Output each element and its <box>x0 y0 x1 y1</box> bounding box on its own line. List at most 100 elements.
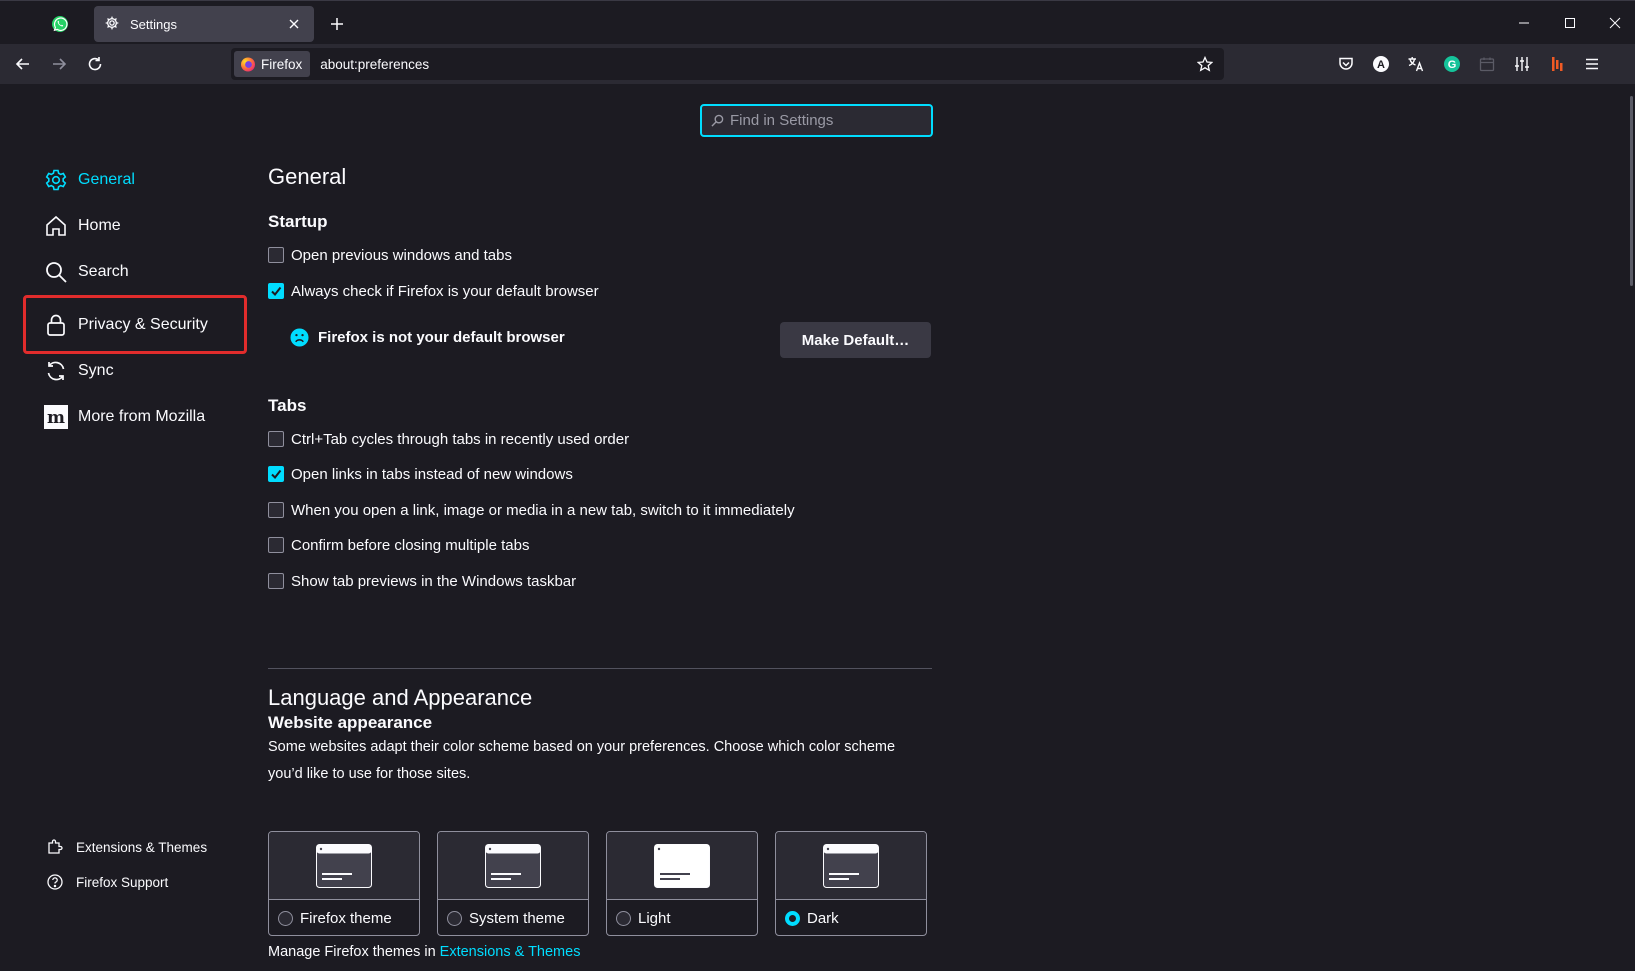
minimize-icon <box>1519 22 1529 24</box>
close-window-button[interactable] <box>1592 1 1635 45</box>
minimize-button[interactable] <box>1501 1 1547 45</box>
sidebar-item-general[interactable]: General <box>44 163 244 197</box>
pocket-button[interactable] <box>1331 50 1361 78</box>
open-previous-checkbox[interactable] <box>268 247 284 263</box>
maximize-button[interactable] <box>1547 1 1593 45</box>
option-label: Open links in tabs instead of new window… <box>291 465 573 483</box>
find-in-settings-input[interactable] <box>730 112 920 129</box>
forward-button[interactable] <box>44 50 74 78</box>
search-icon <box>44 260 68 284</box>
sidebar-item-privacy-security[interactable]: Privacy & Security <box>44 308 244 342</box>
open-previous-option[interactable]: Open previous windows and tabs <box>268 244 512 266</box>
theme-card-system[interactable]: System theme <box>437 831 589 936</box>
reload-icon <box>88 57 102 71</box>
window-preview-icon <box>823 843 879 888</box>
home-icon <box>44 214 68 238</box>
manage-themes-prefix: Manage Firefox themes in <box>268 944 436 960</box>
theme-card-light[interactable]: Light <box>606 831 758 936</box>
maximize-icon <box>1565 18 1575 28</box>
new-tab-button[interactable] <box>324 11 350 37</box>
footer-item-label: Firefox Support <box>76 874 169 890</box>
tab-previews-option[interactable]: Show tab previews in the Windows taskbar <box>268 570 576 592</box>
theme-radio-dark[interactable] <box>785 910 800 926</box>
back-button[interactable] <box>8 50 38 78</box>
svg-text:m: m <box>47 408 65 428</box>
switch-to-new-tab-checkbox[interactable] <box>268 502 284 518</box>
sidebar-item-sync[interactable]: Sync <box>44 354 244 388</box>
translate-extension-button[interactable] <box>1401 50 1431 78</box>
always-check-default-checkbox[interactable] <box>268 283 284 299</box>
sidebar-item-label: Privacy & Security <box>78 316 208 333</box>
confirm-closing-tabs-option[interactable]: Confirm before closing multiple tabs <box>268 534 529 556</box>
window-preview-icon <box>485 843 541 888</box>
settings-page: General Home Search Privacy & Security <box>0 84 1635 971</box>
open-links-in-tabs-option[interactable]: Open links in tabs instead of new window… <box>268 463 573 485</box>
option-label: When you open a link, image or media in … <box>291 501 795 519</box>
sliders-icon <box>1515 57 1529 71</box>
identity-box[interactable]: Firefox <box>234 51 311 77</box>
close-tab-icon[interactable] <box>284 14 304 34</box>
scrollbar[interactable] <box>1627 84 1635 971</box>
theme-preview <box>607 832 757 900</box>
theme-card-dark[interactable]: Dark <box>775 831 927 936</box>
reload-button[interactable] <box>80 50 110 78</box>
scrollbar-thumb[interactable] <box>1630 96 1633 286</box>
option-label: Ctrl+Tab cycles through tabs in recently… <box>291 430 630 448</box>
svg-text:A: A <box>1377 59 1385 71</box>
theme-card-firefox[interactable]: Firefox theme <box>268 831 420 936</box>
sync-icon <box>44 359 68 383</box>
sidebar-item-label: General <box>78 171 135 188</box>
find-in-settings-box[interactable] <box>700 104 933 137</box>
calendar-extension-button[interactable] <box>1472 50 1502 78</box>
footer-item-firefox-support[interactable]: Firefox Support <box>46 870 168 894</box>
sidebar-item-more-from-mozilla[interactable]: m More from Mozilla <box>44 400 244 434</box>
grammarly-extension-button[interactable]: G <box>1437 50 1467 78</box>
option-label: Always check if Firefox is your default … <box>291 282 599 300</box>
whatsapp-icon <box>52 16 68 32</box>
sidebar-item-home[interactable]: Home <box>44 209 244 243</box>
gear-icon <box>104 15 122 33</box>
checkmark-icon <box>271 469 282 480</box>
letter-a-icon: A <box>1373 56 1389 72</box>
pinned-tab-whatsapp[interactable] <box>40 7 80 41</box>
ctrl-tab-option[interactable]: Ctrl+Tab cycles through tabs in recently… <box>268 428 629 450</box>
manage-themes-line: Manage Firefox themes in Extensions & Th… <box>268 944 580 960</box>
tab-strip: Settings <box>0 0 1635 44</box>
grammarly-icon: G <box>1444 56 1460 72</box>
sad-face-icon <box>290 327 309 347</box>
extensions-themes-link[interactable]: Extensions & Themes <box>440 944 581 960</box>
sidebar-item-search[interactable]: Search <box>44 255 244 289</box>
gear-icon <box>44 168 68 192</box>
ctrl-tab-checkbox[interactable] <box>268 431 284 447</box>
navigation-toolbar: Firefox about:preferences A G <box>0 44 1635 84</box>
firefox-logo-icon <box>241 57 255 72</box>
option-label: Show tab previews in the Windows taskbar <box>291 572 577 590</box>
red-extension-button[interactable] <box>1542 50 1572 78</box>
theme-radio-system[interactable] <box>447 910 462 926</box>
theme-preview <box>438 832 588 900</box>
hamburger-icon <box>1586 58 1598 70</box>
tab-settings[interactable]: Settings <box>94 6 314 42</box>
url-text[interactable]: about:preferences <box>320 57 1190 72</box>
sidebar-item-label: Home <box>78 217 121 234</box>
confirm-closing-tabs-checkbox[interactable] <box>268 537 284 553</box>
open-links-in-tabs-checkbox[interactable] <box>268 466 284 482</box>
theme-radio-firefox[interactable] <box>278 910 293 926</box>
make-default-button[interactable]: Make Default… <box>780 322 931 358</box>
footer-item-extensions-themes[interactable]: Extensions & Themes <box>46 835 207 859</box>
back-arrow-icon <box>15 58 29 70</box>
theme-radio-light[interactable] <box>616 910 631 926</box>
app-menu-button[interactable] <box>1577 50 1607 78</box>
switch-to-new-tab-option[interactable]: When you open a link, image or media in … <box>268 499 795 521</box>
always-check-default-option[interactable]: Always check if Firefox is your default … <box>268 280 599 302</box>
checkmark-icon <box>271 286 282 297</box>
theme-label: Dark <box>807 909 839 927</box>
mozilla-icon: m <box>44 405 68 429</box>
firefox-window: Settings Firefox about:preferences A G F… <box>0 0 1635 971</box>
bookmark-star-icon[interactable] <box>1190 50 1220 78</box>
equalizer-extension-button[interactable] <box>1507 50 1537 78</box>
tab-previews-checkbox[interactable] <box>268 573 284 589</box>
account-extension-button[interactable]: A <box>1366 50 1396 78</box>
window-preview-icon <box>316 843 372 888</box>
url-bar[interactable]: Firefox about:preferences <box>231 48 1224 80</box>
